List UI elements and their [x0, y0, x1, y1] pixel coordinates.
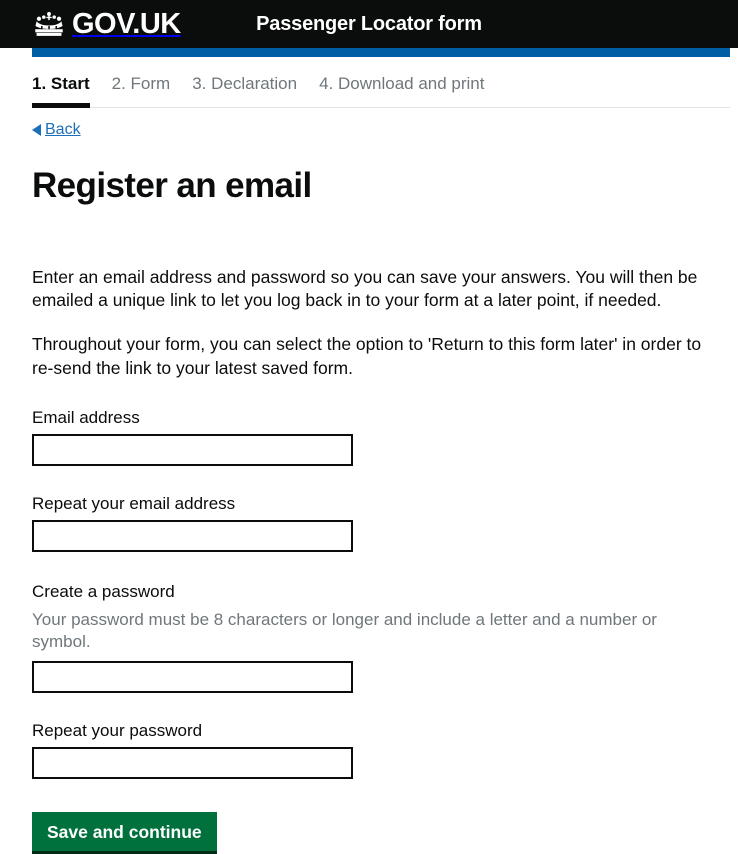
- govuk-logo-link[interactable]: GOV.UK: [32, 7, 181, 40]
- govuk-logo-text: GOV.UK: [72, 7, 181, 40]
- password-input[interactable]: [32, 660, 353, 693]
- intro-paragraph-1: Enter an email address and password so y…: [32, 266, 698, 311]
- step-tab-download-and-print[interactable]: 4. Download and print: [319, 74, 484, 108]
- step-tab-declaration[interactable]: 3. Declaration: [192, 74, 297, 108]
- page-title: Register an email: [32, 166, 312, 206]
- submit-row: Save and continue: [32, 812, 716, 854]
- left-triangle-icon: [32, 124, 41, 137]
- email-input[interactable]: [32, 434, 353, 467]
- phase-bar: [32, 48, 730, 57]
- form-group-password: Create a password Your password must be …: [32, 581, 716, 693]
- email-label: Email address: [32, 407, 140, 427]
- step-tab-start[interactable]: 1. Start: [32, 74, 90, 109]
- form-group-repeat-email: Repeat your email address: [32, 493, 716, 553]
- form-group-email: Email address: [32, 407, 716, 467]
- site-header: GOV.UK Passenger Locator form: [0, 0, 738, 48]
- intro-paragraph-2: Throughout your form, you can select the…: [32, 334, 702, 378]
- repeat-email-input[interactable]: [32, 520, 353, 553]
- back-link[interactable]: Back: [32, 121, 81, 139]
- register-email-form: Email address Repeat your email address …: [32, 407, 716, 854]
- phase-bar-row: [0, 48, 738, 57]
- repeat-email-label: Repeat your email address: [32, 494, 236, 514]
- password-hint: Your password must be 8 characters or lo…: [32, 609, 657, 652]
- main-content: Back Register an email Enter an email ad…: [32, 108, 716, 854]
- form-group-repeat-password: Repeat your password: [32, 720, 716, 780]
- step-navigation: 1. Start 2. Form 3. Declaration 4. Downl…: [32, 57, 730, 109]
- save-and-continue-button[interactable]: Save and continue: [32, 812, 217, 854]
- crown-icon: [35, 12, 63, 36]
- password-label: Create a password: [32, 582, 175, 602]
- step-tab-form[interactable]: 2. Form: [112, 74, 171, 108]
- repeat-password-label: Repeat your password: [32, 720, 203, 740]
- step-nav-list: 1. Start 2. Form 3. Declaration 4. Downl…: [32, 74, 730, 109]
- back-link-label: Back: [45, 121, 81, 139]
- repeat-password-input[interactable]: [32, 747, 353, 780]
